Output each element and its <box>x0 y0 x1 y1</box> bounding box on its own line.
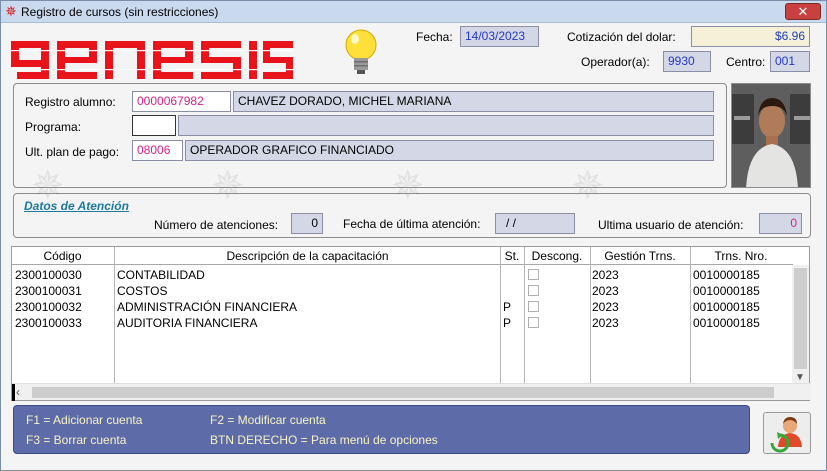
cell-trns-nro: 0010000185 <box>693 284 760 298</box>
cell-gestion: 2023 <box>592 300 619 314</box>
programa-name-field[interactable] <box>178 115 714 136</box>
genesis-logo <box>11 41 293 79</box>
atencion-title: Datos de Atención <box>24 199 129 213</box>
cell-codigo: 2300100030 <box>15 268 82 282</box>
table-row[interactable]: 2300100031 COSTOS 2023 0010000185 <box>12 283 793 299</box>
cell-gestion: 2023 <box>592 316 619 330</box>
horizontal-scroll-thumb[interactable] <box>32 387 774 398</box>
column-descripcion[interactable]: Descripción de la capacitación <box>115 249 500 263</box>
cotizacion-field[interactable]: $6.96 <box>691 26 810 47</box>
cell-trns-nro: 0010000185 <box>693 316 760 330</box>
cell-gestion: 2023 <box>592 284 619 298</box>
descong-checkbox[interactable] <box>528 317 539 328</box>
student-photo <box>731 83 811 188</box>
programa-code-field[interactable] <box>132 115 176 136</box>
cell-descripcion: CONTABILIDAD <box>117 268 205 282</box>
app-icon: ✵ <box>5 3 17 19</box>
plan-name-field[interactable]: OPERADOR GRAFICO FINANCIADO <box>185 140 714 161</box>
table-row[interactable]: 2300100033 AUDITORIA FINANCIERA P 2023 0… <box>12 315 793 331</box>
column-st[interactable]: St. <box>501 249 523 263</box>
app-window: ✵ Registro de cursos (sin restricciones)… <box>0 0 827 471</box>
cell-trns-nro: 0010000185 <box>693 268 760 282</box>
fecha-atencion-field[interactable]: / / <box>495 213 575 234</box>
lightbulb-icon <box>345 29 377 74</box>
cell-codigo: 2300100031 <box>15 284 82 298</box>
column-descong[interactable]: Descong. <box>525 249 589 263</box>
user-refresh-icon <box>770 417 802 453</box>
registro-label: Registro alumno: <box>25 95 116 109</box>
cell-descripcion: COSTOS <box>117 284 168 298</box>
cell-trns-nro: 0010000185 <box>693 300 760 314</box>
table-header: Código Descripción de la capacitación St… <box>12 247 793 265</box>
cell-st: P <box>503 300 512 314</box>
window-title: Registro de cursos (sin restricciones) <box>21 5 219 19</box>
hint-f2: F2 = Modificar cuenta <box>210 413 326 427</box>
fecha-label: Fecha: <box>416 30 453 44</box>
hint-f3: F3 = Borrar cuenta <box>26 433 127 447</box>
hint-btn-derecho: BTN DERECHO = Para menú de opciones <box>210 433 438 447</box>
cell-codigo: 2300100033 <box>15 316 82 330</box>
cell-codigo: 2300100032 <box>15 300 82 314</box>
registro-name-field[interactable]: CHAVEZ DORADO, MICHEL MARIANA <box>233 91 714 112</box>
centro-field[interactable]: 001 <box>770 51 810 72</box>
table-row[interactable]: 2300100030 CONTABILIDAD 2023 0010000185 <box>12 267 793 283</box>
column-gestion[interactable]: Gestión Trns. <box>591 249 689 263</box>
vertical-scrollbar[interactable]: ▼ <box>792 265 809 383</box>
close-button[interactable]: ✕ <box>785 3 821 20</box>
cotizacion-label: Cotización del dolar: <box>567 30 676 44</box>
numero-atenciones-label: Número de atenciones: <box>154 218 279 232</box>
operador-field[interactable]: 9930 <box>663 51 711 72</box>
vertical-scroll-thumb[interactable] <box>794 268 807 369</box>
chevron-left-icon[interactable]: ‹ <box>16 385 20 399</box>
hint-f1: F1 = Adicionar cuenta <box>26 413 143 427</box>
courses-table[interactable]: Código Descripción de la capacitación St… <box>11 246 811 401</box>
registro-code-field[interactable]: 0000067982 <box>132 91 231 112</box>
usuario-atencion-field[interactable]: 0 <box>759 213 802 234</box>
fecha-atencion-label: Fecha de última atención: <box>343 217 481 231</box>
descong-checkbox[interactable] <box>528 301 539 312</box>
operador-label: Operador(a): <box>581 55 650 69</box>
scroll-position-marker <box>12 384 15 401</box>
descong-checkbox[interactable] <box>528 285 539 296</box>
column-trns-nro[interactable]: Trns. Nro. <box>691 249 791 263</box>
plan-code-field[interactable]: 08006 <box>132 140 183 161</box>
shortcut-hints-panel: F1 = Adicionar cuenta F2 = Modificar cue… <box>13 405 750 454</box>
fecha-field[interactable]: 14/03/2023 <box>460 26 539 47</box>
programa-label: Programa: <box>25 120 82 134</box>
table-row[interactable]: 2300100032 ADMINISTRACIÓN FINANCIERA P 2… <box>12 299 793 315</box>
user-refresh-button[interactable] <box>763 412 811 454</box>
plan-label: Ult. plan de pago: <box>25 145 120 159</box>
title-bar: ✵ Registro de cursos (sin restricciones)… <box>1 1 826 23</box>
centro-label: Centro: <box>726 55 766 69</box>
column-codigo[interactable]: Código <box>12 249 113 263</box>
form-body: ✵ ✵ ✵ ✵ Fecha: 14/03/2023 Cotización del… <box>1 23 826 470</box>
usuario-atencion-label: Ultima usuario de atención: <box>598 218 744 232</box>
cell-gestion: 2023 <box>592 268 619 282</box>
chevron-down-icon[interactable]: ▼ <box>795 372 805 383</box>
cell-descripcion: ADMINISTRACIÓN FINANCIERA <box>117 300 298 314</box>
numero-atenciones-field[interactable]: 0 <box>291 213 323 234</box>
descong-checkbox[interactable] <box>528 269 539 280</box>
cell-descripcion: AUDITORIA FINANCIERA <box>117 316 258 330</box>
cell-st: P <box>503 316 512 330</box>
horizontal-scrollbar[interactable]: ‹ <box>12 383 811 401</box>
